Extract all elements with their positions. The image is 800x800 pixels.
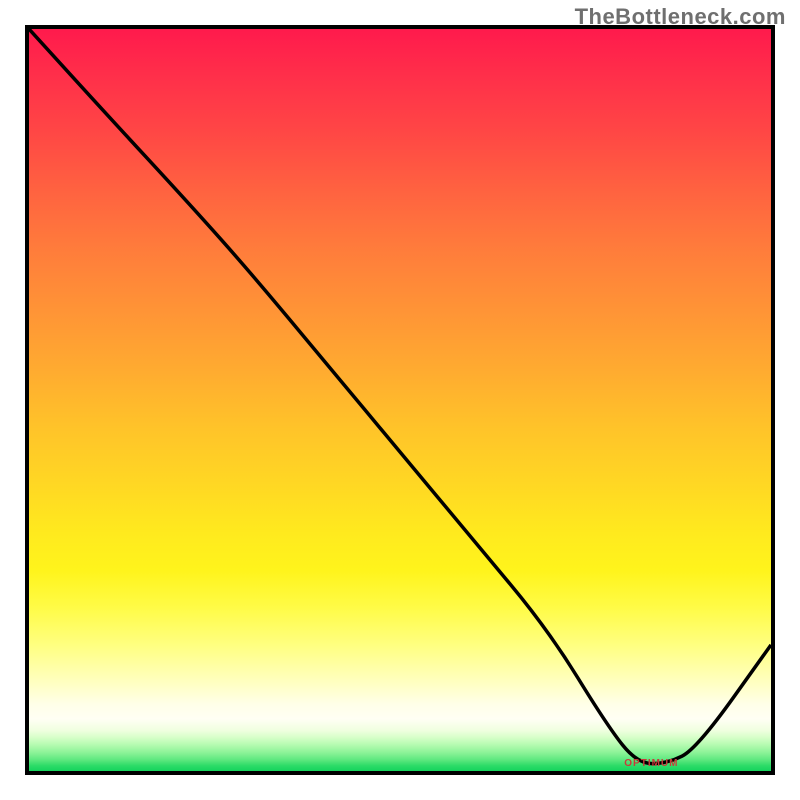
chart-root: { "attribution": "TheBottleneck.com", "o… <box>0 0 800 800</box>
gradient-fill <box>29 29 771 771</box>
chart-frame: OPTIMUM <box>25 25 775 775</box>
optimum-label: OPTIMUM <box>624 758 678 769</box>
